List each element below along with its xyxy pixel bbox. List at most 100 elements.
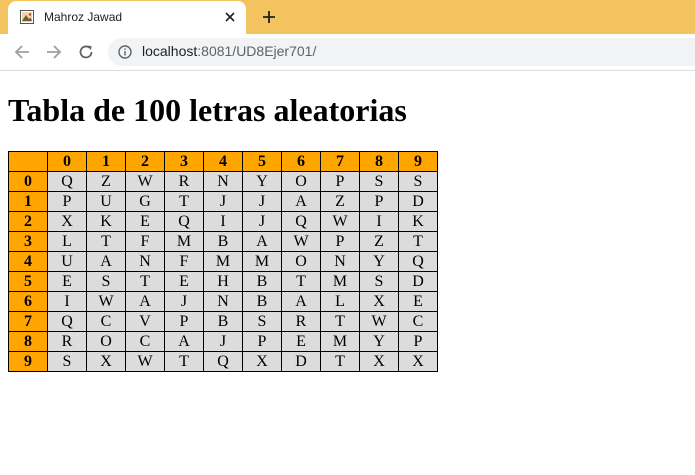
letter-cell: N	[125, 251, 165, 272]
letter-cell: T	[125, 271, 165, 292]
letter-cell: E	[125, 211, 165, 232]
letter-cell: B	[242, 271, 282, 292]
row-header: 2	[8, 211, 48, 232]
letter-cell: Y	[359, 331, 399, 352]
letter-cell: N	[203, 171, 243, 192]
letter-cell: B	[242, 291, 282, 312]
table-row: 0QZWRNYOPSS	[8, 171, 438, 192]
url-path: :8081/UD8Ejer701/	[197, 43, 317, 59]
letter-cell: P	[47, 191, 87, 212]
info-icon[interactable]	[118, 45, 132, 59]
letter-cell: O	[281, 251, 321, 272]
header-row: 0 1 2 3 4 5 6 7 8 9	[8, 151, 438, 172]
letter-cell: E	[47, 271, 87, 292]
back-arrow-icon[interactable]	[12, 42, 32, 62]
table-row: 8ROCAJPEMYP	[8, 331, 438, 352]
letter-cell: M	[320, 331, 360, 352]
letter-cell: J	[242, 191, 282, 212]
column-header: 6	[281, 151, 321, 172]
letter-cell: T	[320, 351, 360, 372]
table-row: 2XKEQIJQWIK	[8, 211, 438, 232]
letter-cell: Q	[281, 211, 321, 232]
row-header: 3	[8, 231, 48, 252]
letter-cell: Y	[359, 251, 399, 272]
letters-table: 0 1 2 3 4 5 6 7 8 9 0QZWRNYOPSS1PUGTJJAZ…	[8, 151, 438, 372]
letter-cell: P	[398, 331, 438, 352]
letter-cell: Q	[164, 211, 204, 232]
letter-cell: F	[164, 251, 204, 272]
new-tab-plus-icon[interactable]	[260, 8, 278, 26]
image-icon	[20, 10, 34, 24]
tab-title: Mahroz Jawad	[44, 10, 123, 24]
letter-cell: K	[398, 211, 438, 232]
letter-cell: N	[320, 251, 360, 272]
column-header: 1	[86, 151, 126, 172]
letter-cell: T	[398, 231, 438, 252]
letter-cell: A	[281, 191, 321, 212]
letter-cell: M	[164, 231, 204, 252]
address-bar[interactable]: localhost:8081/UD8Ejer701/	[108, 38, 695, 66]
table-row: 3LTFMBAWPZT	[8, 231, 438, 252]
url-text[interactable]: localhost:8081/UD8Ejer701/	[142, 43, 316, 59]
page-title: Tabla de 100 letras aleatorias	[8, 92, 407, 128]
letter-cell: S	[47, 351, 87, 372]
letter-cell: X	[86, 351, 126, 372]
letter-cell: S	[86, 271, 126, 292]
letter-cell: J	[164, 291, 204, 312]
letter-cell: M	[320, 271, 360, 292]
letter-cell: W	[320, 211, 360, 232]
letter-cell: X	[359, 351, 399, 372]
letter-cell: W	[359, 311, 399, 332]
letter-cell: C	[86, 311, 126, 332]
row-header: 7	[8, 311, 48, 332]
forward-arrow-icon[interactable]	[44, 42, 64, 62]
letter-cell: B	[203, 311, 243, 332]
letter-cell: A	[164, 331, 204, 352]
letter-cell: Z	[86, 171, 126, 192]
letter-cell: I	[203, 211, 243, 232]
letter-cell: R	[164, 171, 204, 192]
letter-cell: P	[320, 171, 360, 192]
corner-header	[8, 151, 48, 172]
letter-cell: C	[125, 331, 165, 352]
letter-cell: J	[242, 211, 282, 232]
table-row: 7QCVPBSRTWC	[8, 311, 438, 332]
close-icon[interactable]	[222, 9, 238, 25]
letter-cell: I	[359, 211, 399, 232]
letter-cell: O	[281, 171, 321, 192]
letter-cell: Y	[242, 171, 282, 192]
letter-cell: D	[398, 191, 438, 212]
letter-cell: Q	[203, 351, 243, 372]
letter-cell: T	[320, 311, 360, 332]
letter-cell: I	[47, 291, 87, 312]
letter-cell: C	[398, 311, 438, 332]
letter-cell: X	[359, 291, 399, 312]
letter-cell: R	[281, 311, 321, 332]
letter-cell: E	[398, 291, 438, 312]
column-header: 9	[398, 151, 438, 172]
letter-cell: A	[86, 251, 126, 272]
letter-cell: J	[203, 191, 243, 212]
letter-cell: S	[398, 171, 438, 192]
letter-cell: U	[86, 191, 126, 212]
column-header: 2	[125, 151, 165, 172]
letter-cell: E	[281, 331, 321, 352]
reload-icon[interactable]	[76, 42, 96, 62]
url-host: localhost	[142, 43, 198, 59]
letter-cell: B	[203, 231, 243, 252]
letter-cell: W	[125, 351, 165, 372]
letter-cell: R	[47, 331, 87, 352]
letter-cell: L	[47, 231, 87, 252]
letter-cell: E	[164, 271, 204, 292]
browser-tab[interactable]: Mahroz Jawad	[8, 1, 246, 34]
letter-cell: Q	[47, 171, 87, 192]
letter-cell: M	[203, 251, 243, 272]
row-header: 4	[8, 251, 48, 272]
letter-cell: A	[242, 231, 282, 252]
letter-cell: P	[242, 331, 282, 352]
letter-cell: V	[125, 311, 165, 332]
letter-cell: X	[398, 351, 438, 372]
column-header: 7	[320, 151, 360, 172]
column-header: 8	[359, 151, 399, 172]
letter-cell: F	[125, 231, 165, 252]
